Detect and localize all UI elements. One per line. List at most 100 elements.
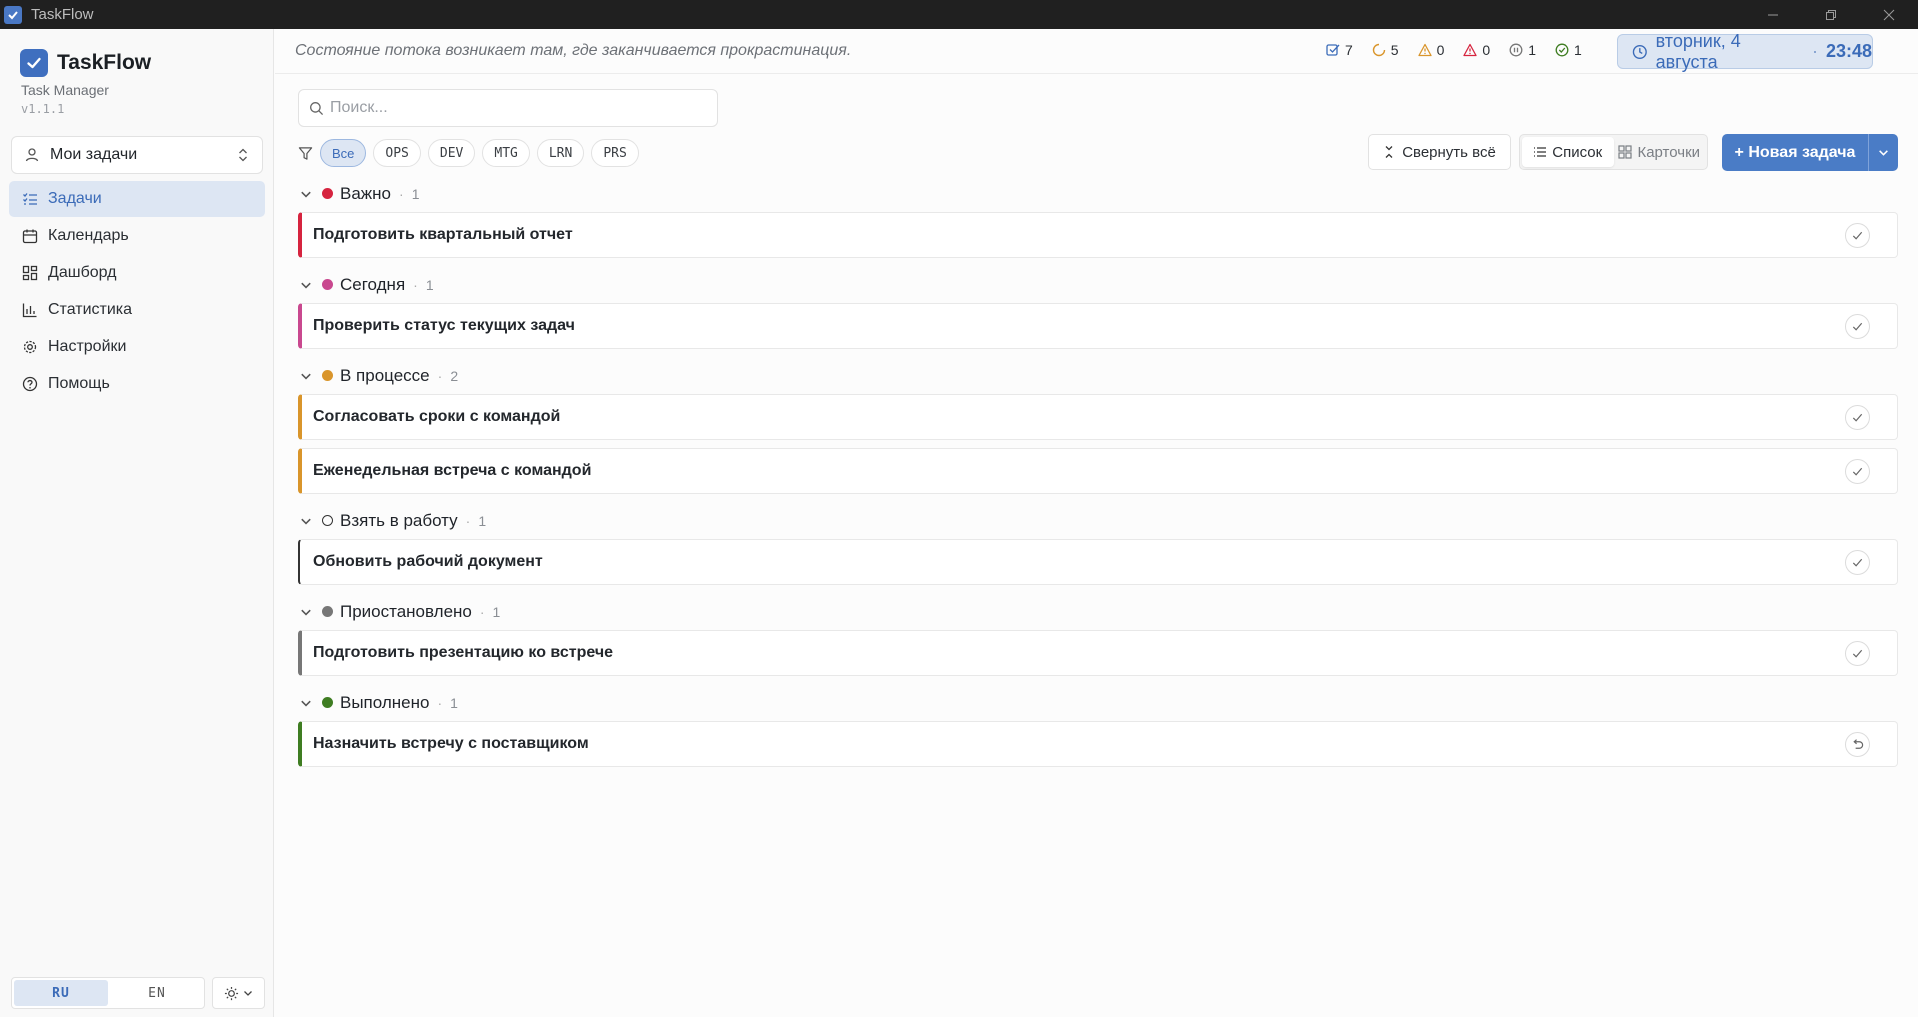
task-groups: Важно · 1 Подготовить квартальный отчет … — [298, 175, 1898, 775]
task-title: Назначить встречу с поставщиком — [313, 735, 589, 752]
task-stats: 7 5 0 0 1 1 — [1326, 42, 1582, 58]
header-bar: Состояние потока возникает там, где зака… — [275, 29, 1918, 74]
user-icon — [25, 148, 39, 162]
search-input[interactable] — [330, 99, 710, 117]
new-task-dropdown[interactable] — [1869, 134, 1898, 171]
stat-overdue: 0 — [1463, 42, 1490, 58]
sidebar-item-stats[interactable]: Статистика — [9, 292, 265, 328]
complete-check-icon[interactable] — [1845, 459, 1870, 484]
gear-icon — [21, 338, 39, 356]
chevron-updown-icon — [239, 148, 247, 162]
task-title: Еженедельная встреча с командой — [313, 462, 592, 479]
status-dot — [322, 279, 333, 290]
task-row[interactable]: Обновить рабочий документ — [298, 539, 1898, 585]
chevron-down-icon — [298, 697, 314, 709]
group-header-done[interactable]: Выполнено · 1 — [298, 684, 1898, 721]
group-name: Приостановлено — [340, 601, 472, 621]
view-cards-button[interactable]: Карточки — [1614, 137, 1706, 167]
pause-circle-icon — [1509, 43, 1523, 57]
sidebar-item-label: Календарь — [48, 227, 129, 244]
app-version: v1.1.1 — [21, 102, 65, 116]
task-title: Обновить рабочий документ — [313, 553, 543, 570]
complete-check-icon[interactable] — [1845, 550, 1870, 575]
app-check-icon — [4, 5, 22, 24]
filter-chip-dev[interactable]: DEV — [427, 139, 476, 167]
group-header-todo[interactable]: Взять в работу · 1 — [298, 502, 1898, 539]
chevron-down-icon — [298, 515, 314, 527]
task-row[interactable]: Назначить встречу с поставщиком — [298, 721, 1898, 767]
group-count: 1 — [478, 512, 487, 529]
spinner-icon — [1372, 43, 1385, 57]
filter-chip-all[interactable]: Все — [320, 139, 367, 167]
warning-icon — [1417, 43, 1432, 57]
filter-chip-ops[interactable]: OPS — [373, 139, 421, 167]
complete-check-icon[interactable] — [1845, 641, 1870, 666]
theme-toggle-button[interactable] — [212, 977, 265, 1009]
logo-check-icon — [20, 49, 48, 77]
status-dot — [322, 606, 333, 617]
lang-ru-button[interactable]: RU — [14, 980, 108, 1006]
restore-icon[interactable] — [1802, 0, 1860, 29]
group-count: 1 — [425, 276, 434, 293]
group-header-in-progress[interactable]: В процессе · 2 — [298, 357, 1898, 394]
checkbox-icon — [1326, 44, 1340, 56]
bar-chart-icon — [21, 301, 39, 319]
complete-check-icon[interactable] — [1845, 314, 1870, 339]
grid-icon — [1618, 145, 1633, 159]
sidebar-item-label: Настройки — [48, 338, 127, 355]
undo-icon[interactable] — [1845, 732, 1870, 757]
minimize-icon[interactable] — [1744, 0, 1802, 29]
stat-in-progress: 5 — [1372, 42, 1399, 58]
task-row[interactable]: Еженедельная встреча с командой — [298, 448, 1898, 494]
sidebar-nav: Задачи Календарь Дашборд Статистика Наст… — [9, 181, 265, 403]
group-header-important[interactable]: Важно · 1 — [298, 175, 1898, 212]
new-task-button-group: + Новая задача — [1722, 134, 1898, 171]
filter-chip-mtg[interactable]: MTG — [482, 139, 530, 167]
task-row[interactable]: Проверить статус текущих задач — [298, 303, 1898, 349]
filter-chip-prs[interactable]: PRS — [591, 139, 639, 167]
group-count: 1 — [411, 185, 420, 202]
task-row[interactable]: Подготовить презентацию ко встрече — [298, 630, 1898, 676]
collapse-icon — [1385, 146, 1393, 158]
chevron-down-icon — [298, 279, 314, 291]
alert-icon — [1463, 43, 1478, 57]
stat-total: 7 — [1326, 42, 1353, 58]
filter-icon[interactable] — [298, 146, 313, 161]
new-task-button[interactable]: + Новая задача — [1722, 134, 1869, 171]
main-content: Все OPS DEV MTG LRN PRS Свернуть всё Спи… — [275, 75, 1918, 1017]
search-icon — [310, 101, 324, 115]
brand-subtitle: Task Manager — [21, 82, 109, 98]
sidebar-item-help[interactable]: Помощь — [9, 366, 265, 402]
task-title: Подготовить квартальный отчет — [313, 226, 573, 243]
chevron-down-icon — [298, 188, 314, 200]
sidebar-item-settings[interactable]: Настройки — [9, 329, 265, 365]
task-title: Согласовать сроки с командой — [313, 408, 561, 425]
lang-en-button[interactable]: EN — [110, 978, 204, 1008]
complete-check-icon[interactable] — [1845, 223, 1870, 248]
group-name: В процессе — [340, 365, 430, 385]
current-date: вторник, 4 августа — [1655, 30, 1741, 72]
sidebar-item-calendar[interactable]: Календарь — [9, 218, 265, 254]
view-list-button[interactable]: Список — [1522, 137, 1614, 167]
sidebar-item-dashboard[interactable]: Дашборд — [9, 255, 265, 291]
motivation-quote: Состояние потока возникает там, где зака… — [295, 42, 852, 59]
view-toggle: Список Карточки — [1519, 134, 1708, 170]
task-row[interactable]: Подготовить квартальный отчет — [298, 212, 1898, 258]
sidebar-item-label: Задачи — [48, 190, 102, 207]
brand: TaskFlow — [20, 49, 151, 77]
datetime-badge: вторник, 4 августа · 23:48 — [1617, 31, 1873, 72]
filter-chip-lrn[interactable]: LRN — [536, 139, 585, 167]
clock-icon — [1632, 44, 1647, 59]
group-header-today[interactable]: Сегодня · 1 — [298, 266, 1898, 303]
collapse-all-button[interactable]: Свернуть всё — [1368, 134, 1511, 170]
group-header-paused[interactable]: Приостановлено · 1 — [298, 593, 1898, 630]
search-box — [298, 89, 718, 127]
close-icon[interactable] — [1860, 0, 1918, 29]
complete-check-icon[interactable] — [1845, 405, 1870, 430]
group-name: Важно — [340, 183, 392, 203]
user-select[interactable]: Мои задачи — [11, 136, 263, 174]
calendar-icon — [21, 227, 39, 245]
sidebar-item-tasks[interactable]: Задачи — [9, 181, 265, 217]
task-row[interactable]: Согласовать сроки с командой — [298, 394, 1898, 440]
stat-paused: 1 — [1509, 42, 1536, 58]
